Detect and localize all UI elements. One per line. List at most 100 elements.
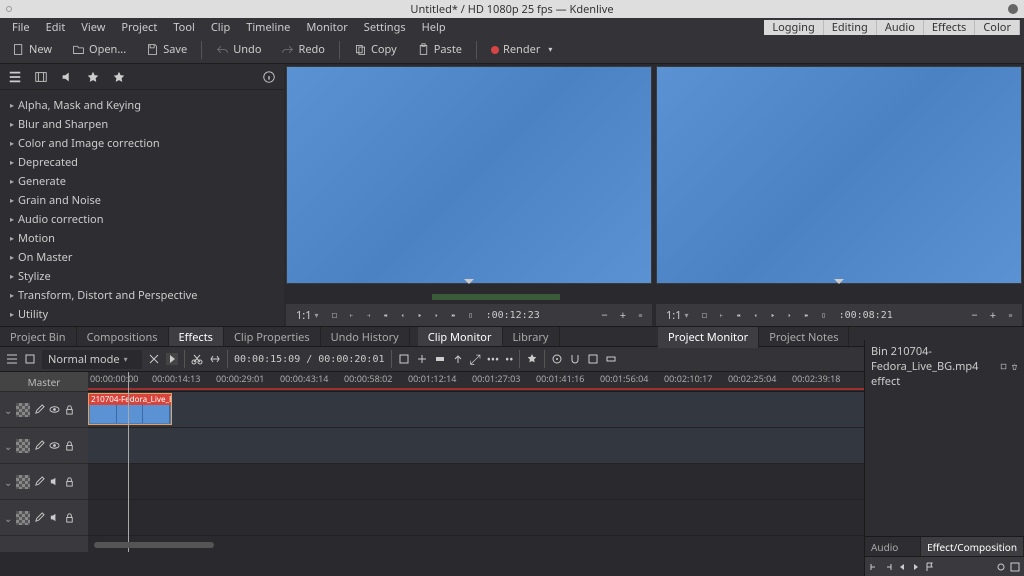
eye-icon[interactable] <box>49 440 60 451</box>
skip-fwd-icon[interactable] <box>911 562 921 572</box>
lock-icon[interactable] <box>64 404 75 415</box>
collapse-icon[interactable]: ⌄ <box>4 403 12 417</box>
edit-icon[interactable] <box>34 512 45 523</box>
plus-icon[interactable]: + <box>987 306 999 325</box>
effect-category[interactable]: Generate <box>0 172 284 191</box>
layout-color[interactable]: Color <box>975 20 1020 35</box>
hamburger-icon[interactable] <box>6 353 18 365</box>
tab-project-notes[interactable]: Project Notes <box>759 327 849 348</box>
show-audio-icon[interactable] <box>605 353 617 365</box>
track-head-a2[interactable]: ⌄ <box>0 500 88 536</box>
track-a1[interactable] <box>88 464 864 500</box>
layout-effects[interactable]: Effects <box>924 20 975 35</box>
lock-icon[interactable] <box>64 440 75 451</box>
trash-icon[interactable] <box>1011 361 1018 372</box>
menu-monitor[interactable]: Monitor <box>298 20 355 35</box>
forward-icon[interactable] <box>801 310 812 321</box>
master-track[interactable]: Master <box>0 372 88 392</box>
copy-button[interactable]: Copy <box>348 39 403 60</box>
prev-frame-icon[interactable] <box>397 310 408 321</box>
menu-project[interactable]: Project <box>113 20 165 35</box>
next-frame-icon[interactable] <box>431 310 442 321</box>
show-markers-icon[interactable] <box>587 353 599 365</box>
tab-project-bin[interactable]: Project Bin <box>0 327 77 346</box>
zone-out-icon[interactable] <box>883 562 893 572</box>
marker-icon[interactable] <box>818 310 829 321</box>
fit-icon[interactable] <box>1010 562 1020 572</box>
redo-button[interactable]: Redo <box>275 39 330 60</box>
clip-timecode[interactable]: :00:12:23 <box>482 310 544 321</box>
film-icon[interactable] <box>34 70 48 84</box>
in-point-icon[interactable] <box>346 310 357 321</box>
render-button[interactable]: Render▾ <box>485 39 558 60</box>
rewind-icon[interactable] <box>380 310 391 321</box>
timeline-scrollbar[interactable] <box>94 542 214 548</box>
effect-category[interactable]: Utility <box>0 305 284 324</box>
effects-list[interactable]: Alpha, Mask and Keying Blur and Sharpen … <box>0 90 284 326</box>
track-v1[interactable] <box>88 428 864 464</box>
minus-icon[interactable]: − <box>968 306 980 325</box>
menu-file[interactable]: File <box>4 20 38 35</box>
zoom-slider-icon[interactable] <box>996 562 1006 572</box>
out-point-icon[interactable] <box>363 310 374 321</box>
skip-back-icon[interactable] <box>897 562 907 572</box>
plus-icon[interactable]: + <box>617 306 629 325</box>
menu-view[interactable]: View <box>73 20 113 35</box>
more-icon[interactable]: ••• <box>487 352 499 367</box>
track-a2[interactable] <box>88 500 864 536</box>
lock-icon[interactable] <box>64 476 75 487</box>
open-button[interactable]: Open... <box>66 39 132 60</box>
timeline-tracks-area[interactable]: 00:00:00:00 00:00:14:13 00:00:29:01 00:0… <box>88 372 864 552</box>
cut-icon[interactable] <box>191 353 203 365</box>
speaker-icon[interactable] <box>49 512 60 523</box>
effect-category[interactable]: Color and Image correction <box>0 134 284 153</box>
tab-effect-stack[interactable]: Effect/Composition Stack <box>921 537 1024 556</box>
lock-icon[interactable] <box>64 512 75 523</box>
clip-monitor-ruler[interactable] <box>286 290 652 304</box>
effect-category[interactable]: On Master <box>0 248 284 267</box>
save-button[interactable]: Save <box>140 39 193 60</box>
timeline-position[interactable]: 00:00:15:09 <box>234 354 300 365</box>
effect-category[interactable]: Stylize <box>0 267 284 286</box>
star-icon[interactable] <box>86 70 100 84</box>
undo-button[interactable]: Undo <box>210 39 267 60</box>
forward-icon[interactable] <box>448 310 459 321</box>
effect-category[interactable]: Transform, Distort and Perspective <box>0 286 284 305</box>
clip-monitor-view[interactable] <box>286 66 652 284</box>
track-head-a1[interactable]: ⌄ <box>0 464 88 500</box>
edit-icon[interactable] <box>34 404 45 415</box>
snap-icon[interactable] <box>569 353 581 365</box>
play-icon[interactable] <box>166 353 178 365</box>
timeline-ruler[interactable]: 00:00:00:00 00:00:14:13 00:00:29:01 00:0… <box>88 372 864 392</box>
menu-edit[interactable]: Edit <box>38 20 74 35</box>
eye-icon[interactable] <box>49 404 60 415</box>
tab-audio-mixer[interactable]: Audio Mixer <box>865 537 921 556</box>
effect-category[interactable]: Motion <box>0 229 284 248</box>
effect-category[interactable]: Deprecated <box>0 153 284 172</box>
info-icon[interactable] <box>262 70 276 84</box>
project-timecode[interactable]: :00:08:21 <box>835 310 897 321</box>
menu-tool[interactable]: Tool <box>165 20 203 35</box>
play-icon[interactable] <box>414 310 425 321</box>
lift-icon[interactable] <box>452 353 464 365</box>
insert-icon[interactable] <box>416 353 428 365</box>
track-head-v2[interactable]: ⌄ <box>0 392 88 428</box>
play-icon[interactable] <box>767 310 778 321</box>
spacer-icon[interactable] <box>209 353 221 365</box>
track-compositing-icon[interactable] <box>24 353 36 365</box>
timeline-clip[interactable]: 210704-Fedora_Live_BG.m <box>88 393 172 425</box>
rewind-icon[interactable] <box>733 310 744 321</box>
zone-in-icon[interactable] <box>869 562 879 572</box>
speaker-icon[interactable] <box>60 70 74 84</box>
effect-category[interactable]: Blur and Sharpen <box>0 115 284 134</box>
menu-settings[interactable]: Settings <box>356 20 414 35</box>
layout-editing[interactable]: Editing <box>824 20 877 35</box>
menu-timeline[interactable]: Timeline <box>238 20 298 35</box>
paste-button[interactable]: Paste <box>411 39 468 60</box>
selection-icon[interactable] <box>398 353 410 365</box>
tab-project-monitor[interactable]: Project Monitor <box>658 327 759 348</box>
zoom-dropdown[interactable]: 1:1 <box>662 306 693 325</box>
close-icon[interactable] <box>1008 4 1018 14</box>
effect-category[interactable]: Alpha, Mask and Keying <box>0 96 284 115</box>
options-icon[interactable] <box>635 310 646 321</box>
